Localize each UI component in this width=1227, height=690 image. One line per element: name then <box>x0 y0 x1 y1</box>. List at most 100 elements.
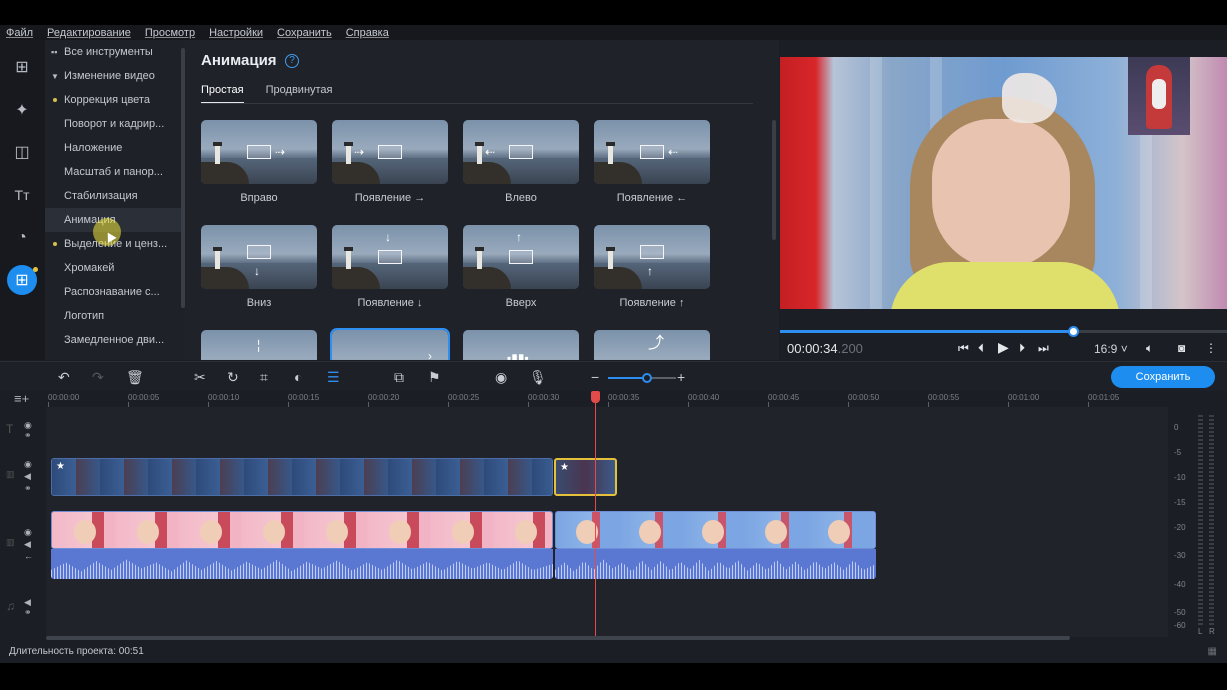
preset-up[interactable]: ↑ Вверх <box>463 225 579 309</box>
video-clip-2[interactable] <box>555 511 876 549</box>
audio-waveform-1[interactable] <box>51 549 553 579</box>
preset-label: Вверх <box>505 297 537 309</box>
volume-icon[interactable]: 🔈︎ <box>1146 341 1153 356</box>
clip-properties-icon[interactable]: ☰ <box>327 369 340 386</box>
tool-chromakey[interactable]: Хромакей <box>45 256 185 280</box>
eye-icon[interactable]: ◉ <box>24 459 32 470</box>
meter-label: 0 <box>1174 423 1179 432</box>
tool-logo[interactable]: Логотип <box>45 304 185 328</box>
cut-icon[interactable]: ✂ <box>194 369 206 386</box>
preset-appear-down[interactable]: ↓ Появление ↓ <box>332 225 448 309</box>
speaker-icon[interactable]: ◀ <box>24 471 31 482</box>
save-button[interactable]: Сохранить <box>1111 366 1215 388</box>
overlay-icon[interactable]: ⧉ <box>394 369 404 386</box>
preset-row3-2[interactable]: › <box>330 328 450 360</box>
menu-settings[interactable]: Настройки <box>209 27 263 39</box>
resize-grip-icon[interactable]: ▦ <box>1208 640 1217 663</box>
link-icon[interactable]: ⚭ <box>24 430 32 441</box>
color-adjust-icon[interactable]: ◐ <box>294 369 302 385</box>
meter-label: -50 <box>1174 608 1186 617</box>
link-icon[interactable]: ⚭ <box>24 607 32 618</box>
arrow-left-icon[interactable]: ← <box>24 551 33 561</box>
tool-rotate-crop[interactable]: Поворот и кадрир... <box>45 112 185 136</box>
presets-scrollbar[interactable] <box>772 120 776 240</box>
zoom-slider-knob[interactable] <box>642 373 652 383</box>
preset-appear-left[interactable]: ⇠ Появление ← <box>594 120 710 204</box>
menu-view[interactable]: Просмотр <box>145 27 195 39</box>
more-options-icon[interactable]: ⋮ <box>1205 341 1217 355</box>
tool-zoom-pan[interactable]: Масштаб и панор... <box>45 160 185 184</box>
preset-left[interactable]: ⇠ Влево <box>463 120 579 204</box>
video-clip-1[interactable] <box>51 511 553 549</box>
preset-right[interactable]: ⇢ Вправо <box>201 120 317 204</box>
rotate-icon[interactable]: ↻ <box>227 369 239 386</box>
link-icon[interactable]: ⚭ <box>24 483 32 494</box>
zoom-out-icon[interactable]: − <box>591 369 599 385</box>
tool-stabilization[interactable]: Стабилизация <box>45 184 185 208</box>
tool-label: Коррекция цвета <box>64 94 150 106</box>
redo-icon[interactable]: ↷ <box>92 369 104 386</box>
tool-overlay[interactable]: Наложение <box>45 136 185 160</box>
tab-advanced[interactable]: Продвинутая <box>266 84 333 104</box>
timecode-ms: .200 <box>837 341 863 356</box>
snapshot-icon[interactable]: ◙ <box>1178 341 1185 355</box>
stickers-icon[interactable]: ◔ <box>7 223 37 253</box>
preset-thumbnail: ⇠ <box>594 120 710 184</box>
tab-simple[interactable]: Простая <box>201 84 244 104</box>
preset-thumbnail: ⇢ <box>332 120 448 184</box>
tool-recognition[interactable]: Распознавание с... <box>45 280 185 304</box>
add-track-icon[interactable]: ≡+ <box>14 391 29 406</box>
import-icon[interactable]: ⊞ <box>7 52 37 82</box>
preset-thumbnail: ↑ <box>463 225 579 289</box>
preset-row3-3[interactable]: ▪▮▮▪ <box>463 330 579 360</box>
transitions-icon[interactable]: ◫ <box>7 137 37 167</box>
magic-wand-icon[interactable]: ✦ <box>7 95 37 125</box>
tool-all-tools[interactable]: ▪▪ Все инструменты <box>45 40 185 64</box>
active-dot <box>53 242 57 246</box>
webcam-icon[interactable]: ◉ <box>495 369 507 386</box>
menu-edit[interactable]: Редактирование <box>47 27 131 39</box>
preset-appear-right[interactable]: ⇢ Появление → <box>332 120 448 204</box>
preview-progress-knob[interactable] <box>1068 326 1079 337</box>
tool-slow-motion[interactable]: Замедленное дви... <box>45 328 185 352</box>
timeline-ruler[interactable]: 00:00:00 00:00:05 00:00:10 00:00:15 00:0… <box>0 391 1168 407</box>
next-frame-icon[interactable]: ⏵ <box>1019 341 1025 356</box>
picture-in-picture-overlay[interactable] <box>1128 57 1190 135</box>
eye-icon[interactable]: ◉ <box>24 527 32 538</box>
preset-appear-up[interactable]: ↑ Появление ↑ <box>594 225 710 309</box>
menu-file[interactable]: Файл <box>6 27 33 39</box>
preset-row3-4[interactable]: ⤴ <box>594 330 710 360</box>
tool-section-video[interactable]: ▼ Изменение видео <box>45 64 185 88</box>
menu-help[interactable]: Справка <box>346 27 389 39</box>
aspect-ratio-select[interactable]: 16:9 ˅ <box>1094 342 1128 356</box>
tool-color-correction[interactable]: Коррекция цвета <box>45 88 185 112</box>
microphone-icon[interactable]: 🎙︎ <box>529 369 547 386</box>
titles-icon[interactable]: Tт <box>7 180 37 210</box>
overlay-clip-santa[interactable]: ★ <box>51 458 553 496</box>
delete-icon[interactable]: 🗑︎ <box>126 369 144 386</box>
zoom-in-icon[interactable]: + <box>677 369 685 385</box>
undo-icon[interactable]: ↶ <box>58 369 70 386</box>
zoom-slider-fill <box>608 377 646 379</box>
preview-subject-face <box>932 119 1070 269</box>
skip-end-icon[interactable]: ⏭ <box>1038 341 1049 356</box>
play-icon[interactable]: ▶ <box>998 339 1009 356</box>
overlay-clip-selected[interactable]: ★ <box>554 458 617 496</box>
speaker-icon[interactable]: ◀ <box>24 539 31 550</box>
audio-waveform-2[interactable] <box>555 549 876 579</box>
preset-down[interactable]: ↓ Вниз <box>201 225 317 309</box>
menu-save[interactable]: Сохранить <box>277 27 332 39</box>
menu-bar: Файл Редактирование Просмотр Настройки С… <box>0 25 1227 40</box>
arrow-up-icon: ↑ <box>647 264 653 278</box>
film-track-icon: ▥ <box>6 537 15 547</box>
prev-frame-icon[interactable]: ⏴ <box>978 341 984 356</box>
playhead-handle[interactable] <box>591 391 600 403</box>
crop-icon[interactable]: ⌗ <box>260 369 268 386</box>
preset-row3-1[interactable]: ╎ <box>201 330 317 360</box>
skip-start-icon[interactable]: ⏮ <box>958 341 969 356</box>
playhead-line[interactable] <box>595 391 596 661</box>
preset-label: Появление → <box>354 192 426 204</box>
marker-flag-icon[interactable]: ⚑ <box>428 369 441 386</box>
video-preview[interactable] <box>780 57 1227 309</box>
help-icon[interactable]: ? <box>285 54 299 68</box>
